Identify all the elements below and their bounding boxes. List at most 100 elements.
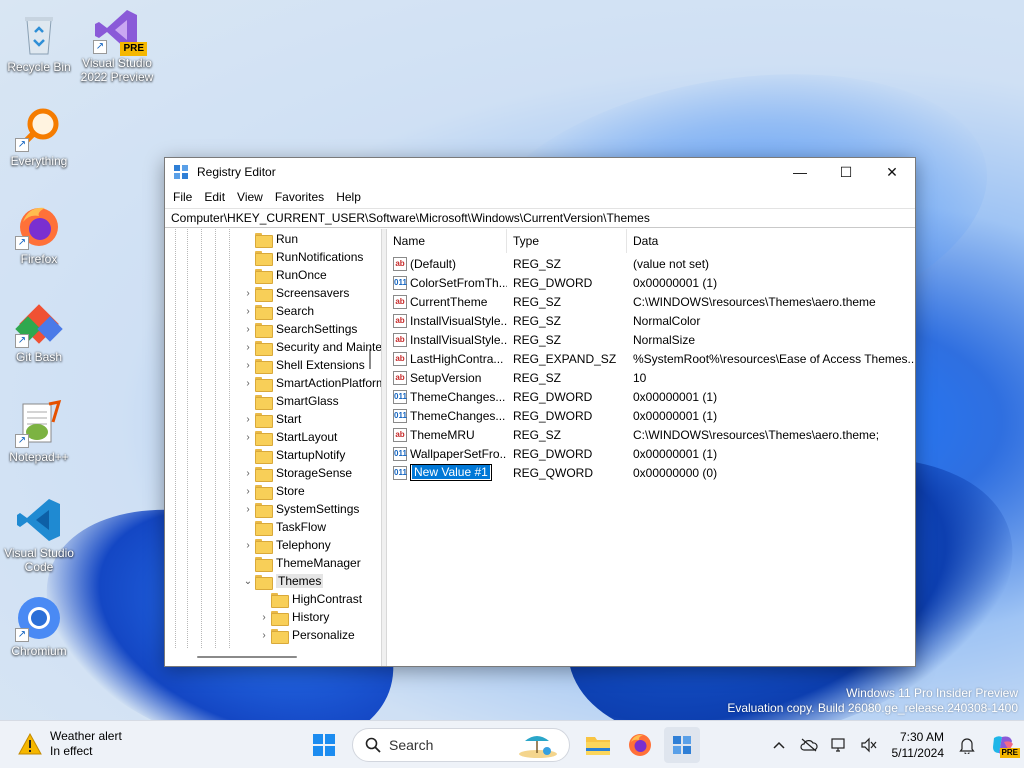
value-row[interactable]: ab InstallVisualStyle... REG_SZ NormalColor — [387, 311, 915, 330]
chevron-right-icon[interactable]: › — [241, 468, 255, 479]
warning-icon — [18, 732, 42, 755]
start-button[interactable] — [306, 727, 342, 763]
column-type[interactable]: Type — [507, 229, 627, 253]
column-name[interactable]: Name — [387, 229, 507, 253]
tree-item[interactable]: › Telephony — [241, 536, 331, 554]
tree-item[interactable]: › Start — [241, 410, 301, 428]
tree-item[interactable]: › History — [257, 608, 329, 626]
tree-item[interactable]: › StorageSense — [241, 464, 352, 482]
shortcut-arrow-icon: ↗ — [15, 628, 29, 642]
clock[interactable]: 7:30 AM 5/11/2024 — [884, 729, 953, 761]
value-name: CurrentTheme — [410, 294, 488, 309]
tree-item[interactable]: › SearchSettings — [241, 320, 357, 338]
menu-help[interactable]: Help — [330, 190, 367, 204]
title-bar[interactable]: Registry Editor — ☐ ✕ — [165, 158, 915, 186]
windows-logo-icon — [313, 734, 335, 756]
menu-favorites[interactable]: Favorites — [269, 190, 330, 204]
value-row[interactable]: ab LastHighContra... REG_EXPAND_SZ %SystemR… — [387, 349, 915, 368]
chevron-right-icon[interactable]: › — [241, 486, 255, 497]
value-data: NormalSize — [633, 332, 696, 347]
chevron-right-icon[interactable]: › — [241, 414, 255, 425]
chevron-right-icon[interactable]: › — [241, 378, 255, 389]
chevron-up-icon[interactable] — [764, 730, 794, 760]
chevron-right-icon[interactable]: › — [257, 612, 271, 623]
weather-widget[interactable]: Weather alert In effect — [18, 729, 122, 759]
value-row[interactable]: ab (Default) REG_SZ (value not set) — [387, 254, 915, 273]
tree-item[interactable]: › SystemSettings — [241, 500, 359, 518]
tree-item[interactable]: RunNotifications — [241, 248, 363, 266]
rename-input[interactable]: New Value #1 — [410, 464, 492, 481]
tree-item[interactable]: › Search — [241, 302, 314, 320]
firefox-taskbar-button[interactable] — [622, 727, 658, 763]
desktop-icon-git-bash[interactable]: ↗ Git Bash — [0, 300, 78, 364]
chevron-right-icon[interactable]: › — [257, 630, 271, 641]
value-data: C:\WINDOWS\resources\Themes\aero.theme — [633, 294, 876, 309]
desktop-icon-recycle-bin[interactable]: Recycle Bin — [0, 10, 78, 74]
chevron-right-icon[interactable]: › — [241, 342, 255, 353]
tree-item[interactable]: Run — [241, 230, 298, 248]
desktop-icon-firefox[interactable]: ↗ Firefox — [0, 202, 78, 266]
tree-item[interactable]: RunOnce — [241, 266, 327, 284]
copilot-icon[interactable]: PRE — [982, 730, 1024, 760]
menu-view[interactable]: View — [231, 190, 269, 204]
tree-item[interactable]: › SmartActionPlatform — [241, 374, 381, 392]
chevron-right-icon[interactable]: › — [241, 288, 255, 299]
tree-item[interactable]: › Security and Maintenance — [241, 338, 381, 356]
desktop-icon-vscode[interactable]: Visual Studio Code — [0, 496, 78, 574]
folder-icon — [255, 520, 273, 536]
value-row[interactable]: ab ThemeMRU REG_SZ C:\WINDOWS\resources\The… — [387, 425, 915, 444]
value-row[interactable]: 011 ThemeChanges... REG_DWORD 0x00000001 (1… — [387, 387, 915, 406]
clock-date: 5/11/2024 — [891, 746, 945, 760]
desktop-icon-everything[interactable]: ↗ Everything — [0, 104, 78, 168]
maximize-button[interactable]: ☐ — [823, 158, 869, 186]
scrollbar-thumb[interactable] — [197, 656, 297, 658]
desktop-icon-chromium[interactable]: ↗ Chromium — [0, 594, 78, 658]
chevron-down-icon[interactable]: ⌄ — [241, 576, 255, 587]
chevron-right-icon[interactable]: › — [241, 504, 255, 515]
notification-bell-icon[interactable] — [952, 730, 982, 760]
value-row[interactable]: 011 New Value #1 REG_QWORD 0x00000000 (0) — [387, 463, 915, 482]
volume-muted-icon[interactable] — [854, 730, 884, 760]
desktop-icon-notepad-plus-plus[interactable]: ↗ Notepad++ — [0, 400, 78, 464]
tree-item[interactable]: ThemeManager — [241, 554, 361, 572]
chevron-right-icon[interactable]: › — [241, 306, 255, 317]
close-button[interactable]: ✕ — [869, 158, 915, 186]
minimize-button[interactable]: — — [777, 158, 823, 186]
file-explorer-button[interactable] — [580, 727, 616, 763]
tree-item[interactable]: SmartGlass — [241, 392, 339, 410]
column-data[interactable]: Data — [627, 229, 915, 253]
value-type: REG_SZ — [513, 427, 562, 442]
tree-item[interactable]: ⌄ Themes — [241, 572, 324, 590]
address-bar[interactable]: Computer\HKEY_CURRENT_USER\Software\Micr… — [165, 208, 915, 228]
desktop-icon-visual-studio[interactable]: PRE ↗ Visual Studio 2022 Preview — [78, 6, 156, 84]
value-row[interactable]: ab InstallVisualStyle... REG_SZ NormalSize — [387, 330, 915, 349]
menu-edit[interactable]: Edit — [198, 190, 231, 204]
tree-horizontal-scrollbar[interactable] — [165, 648, 381, 666]
chevron-right-icon[interactable]: › — [241, 324, 255, 335]
value-row[interactable]: 011 WallpaperSetFro... REG_DWORD 0x00000001… — [387, 444, 915, 463]
network-icon[interactable] — [824, 730, 854, 760]
chevron-right-icon[interactable]: › — [241, 360, 255, 371]
tree-item[interactable]: › Store — [241, 482, 305, 500]
menu-file[interactable]: File — [167, 190, 198, 204]
value-row[interactable]: ab SetupVersion REG_SZ 10 — [387, 368, 915, 387]
value-row[interactable]: ab CurrentTheme REG_SZ C:\WINDOWS\resources… — [387, 292, 915, 311]
value-row[interactable]: 011 ThemeChanges... REG_DWORD 0x00000001 (1… — [387, 406, 915, 425]
values-list[interactable]: Name Type Data ab (Default) REG_SZ (value n… — [386, 229, 915, 666]
value-row[interactable]: 011 ColorSetFromTh... REG_DWORD 0x00000001 … — [387, 273, 915, 292]
tree-item[interactable]: › StartLayout — [241, 428, 337, 446]
registry-editor-taskbar-button[interactable] — [664, 727, 700, 763]
registry-editor-icon — [673, 736, 691, 754]
chevron-right-icon[interactable]: › — [241, 432, 255, 443]
tree-item[interactable]: TaskFlow — [241, 518, 326, 536]
tree-item[interactable]: StartupNotify — [241, 446, 345, 464]
tree-item[interactable]: › Shell Extensions — [241, 356, 365, 374]
value-name-cell: 011 ColorSetFromTh... — [387, 275, 507, 290]
tree-item[interactable]: HighContrast — [257, 590, 362, 608]
tree-item[interactable]: › Personalize — [257, 626, 355, 644]
taskbar-search[interactable]: Search — [352, 728, 570, 762]
cloud-offline-icon[interactable] — [794, 730, 824, 760]
tree-item[interactable]: › Screensavers — [241, 284, 349, 302]
chevron-right-icon[interactable]: › — [241, 540, 255, 551]
key-tree[interactable]: Run RunNotifications RunOnce › Screensavers ›… — [165, 229, 382, 666]
